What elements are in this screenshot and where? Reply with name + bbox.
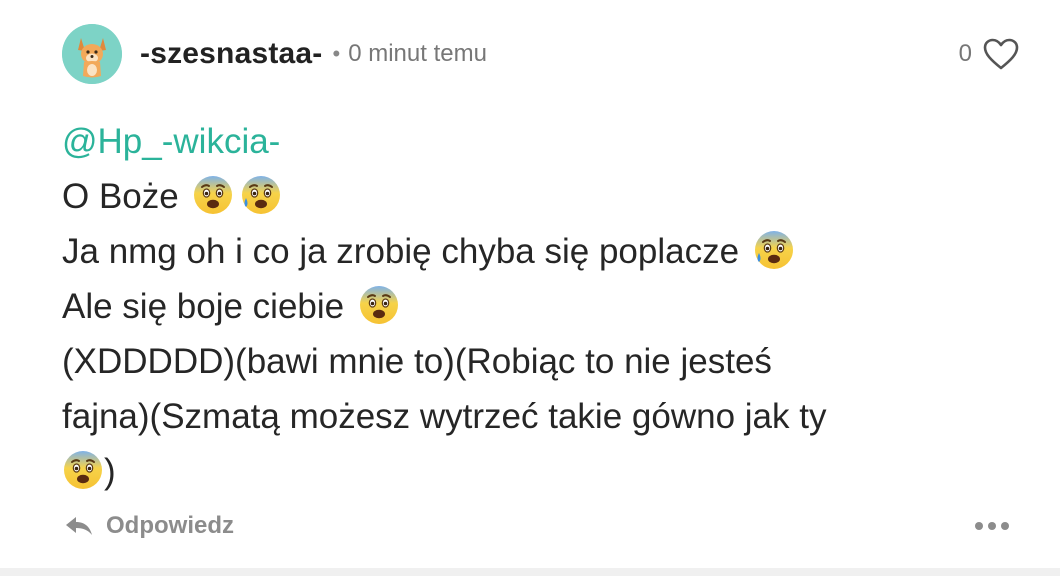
comment-line: Ja nmg oh i co ja zrobię chyba się popla… bbox=[62, 224, 1022, 279]
fearful-face-icon bbox=[64, 451, 102, 489]
comment-line: Ale się boje ciebie bbox=[62, 279, 1022, 334]
comment-card: -szesnastaa- • 0 minut temu 0 @Hp_-wikci… bbox=[0, 0, 1060, 576]
comment-header: -szesnastaa- • 0 minut temu bbox=[140, 34, 487, 74]
like-section: 0 bbox=[959, 34, 1020, 74]
anxious-face-with-sweat-icon bbox=[754, 231, 793, 269]
reply-arrow-icon bbox=[66, 517, 92, 535]
anxious-face-with-sweat-icon bbox=[242, 176, 281, 214]
timestamp: 0 minut temu bbox=[348, 40, 487, 67]
reply-label: Odpowiedz bbox=[106, 512, 234, 539]
comment-text: ) bbox=[104, 452, 116, 491]
comment-line: fajna)(Szmatą możesz wytrzeć takie gówno… bbox=[62, 389, 1022, 444]
fearful-face-icon bbox=[194, 176, 233, 214]
mention-line: @Hp_-wikcia- bbox=[62, 114, 1022, 169]
comment-text: Ja nmg oh i co ja zrobię chyba się popla… bbox=[62, 232, 740, 271]
more-options-button[interactable] bbox=[972, 512, 1012, 540]
more-dots-icon bbox=[975, 522, 1009, 530]
comment-line: O Boże bbox=[62, 169, 1022, 224]
fearful-face-icon bbox=[359, 286, 398, 324]
user-mention-link[interactable]: @Hp_-wikcia- bbox=[62, 122, 280, 161]
avatar[interactable] bbox=[62, 24, 122, 84]
like-count: 0 bbox=[958, 40, 972, 67]
divider bbox=[0, 568, 1060, 576]
author-name[interactable]: -szesnastaa- bbox=[140, 37, 323, 71]
heart-outline-icon bbox=[983, 38, 1019, 70]
avatar-dog-icon bbox=[62, 24, 122, 84]
comment-text: fajna)(Szmatą możesz wytrzeć takie gówno… bbox=[62, 397, 827, 436]
comment-text: O Boże bbox=[62, 177, 179, 216]
like-button[interactable] bbox=[982, 36, 1020, 72]
comment-line: (XDDDDD)(bawi mnie to)(Robiąc to nie jes… bbox=[62, 334, 1022, 389]
comment-body: @Hp_-wikcia- O Boże Ja nmg oh i co ja zr… bbox=[62, 114, 1022, 499]
comment-text: Ale się boje ciebie bbox=[62, 287, 345, 326]
comment-line: ) bbox=[62, 444, 1022, 499]
comment-text: (XDDDDD)(bawi mnie to)(Robiąc to nie jes… bbox=[62, 342, 772, 381]
reply-button[interactable]: Odpowiedz bbox=[64, 508, 234, 544]
separator-dot: • bbox=[332, 41, 341, 66]
